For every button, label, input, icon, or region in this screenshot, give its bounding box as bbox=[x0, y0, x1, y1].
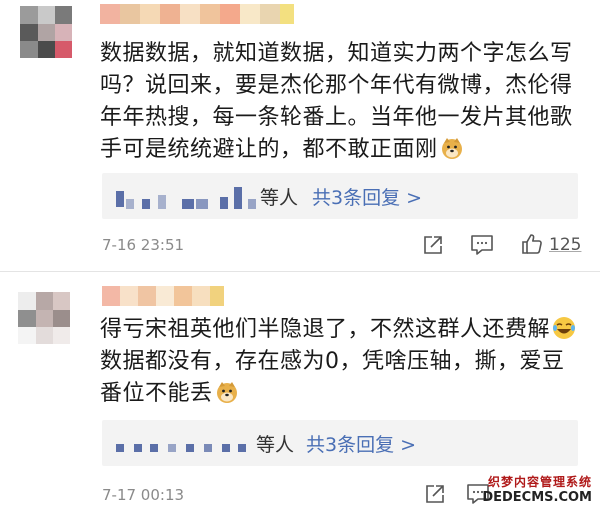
timestamp: 7-16 23:51 bbox=[102, 236, 185, 254]
comment-text-content-2: 数据都没有，存在感为0，凭啥压轴，撕，爱豆番位不能丢 bbox=[100, 349, 565, 406]
reply-users-suffix: 等人 bbox=[256, 434, 295, 456]
doge-emoji bbox=[216, 382, 237, 403]
comment-text: 得亏宋祖英他们半隐退了，不然这群人还费解数据都没有，存在感为0，凭啥压轴，撕，爱… bbox=[100, 314, 580, 410]
doge-emoji bbox=[441, 138, 462, 159]
share-button[interactable] bbox=[424, 483, 446, 505]
watermark: 织梦内容管理系统 DEDECMS.COM bbox=[482, 473, 592, 505]
avatar[interactable] bbox=[18, 292, 70, 344]
comment-card: 得亏宋祖英他们半隐退了，不然这群人还费解数据都没有，存在感为0，凭啥压轴，撕，爱… bbox=[0, 272, 600, 507]
reply-users-blurred bbox=[116, 187, 256, 209]
thumbs-up-icon bbox=[522, 234, 542, 254]
comment-card: 数据数据，就知道数据，知道实力两个字怎么写吗？说回来，要是杰伦那个年代有微博，杰… bbox=[0, 0, 600, 270]
share-icon bbox=[426, 485, 444, 503]
replies-preview[interactable]: 等人 共3条回复 > bbox=[102, 173, 578, 219]
comment-text: 数据数据，就知道数据，知道实力两个字怎么写吗？说回来，要是杰伦那个年代有微博，杰… bbox=[100, 38, 580, 166]
reply-users-blurred bbox=[116, 434, 256, 456]
comment-icon bbox=[471, 235, 493, 255]
watermark-line-2: DEDECMS.COM bbox=[482, 490, 592, 505]
comment-text-content: 得亏宋祖英他们半隐退了，不然这群人还费解 bbox=[100, 317, 551, 342]
timestamp: 7-17 00:13 bbox=[102, 486, 185, 504]
like-count[interactable]: 125 bbox=[549, 235, 581, 255]
reply-users-suffix: 等人 bbox=[260, 187, 299, 209]
username-blurred[interactable] bbox=[100, 4, 300, 24]
replies-preview[interactable]: 等人 共3条回复 > bbox=[102, 420, 578, 466]
watermark-line-1: 织梦内容管理系统 bbox=[487, 475, 592, 489]
share-button[interactable] bbox=[422, 234, 444, 256]
like-button[interactable] bbox=[520, 232, 544, 256]
view-replies-link[interactable]: 共3条回复 > bbox=[312, 183, 422, 210]
share-icon bbox=[424, 236, 442, 254]
comment-text-content: 数据数据，就知道数据，知道实力两个字怎么写吗？说回来，要是杰伦那个年代有微博，杰… bbox=[100, 41, 573, 162]
comment-button[interactable] bbox=[470, 234, 494, 256]
username-blurred[interactable] bbox=[102, 286, 232, 306]
laugh-cry-emoji bbox=[553, 317, 576, 339]
avatar[interactable] bbox=[20, 6, 72, 58]
view-replies-link[interactable]: 共3条回复 > bbox=[306, 430, 416, 457]
